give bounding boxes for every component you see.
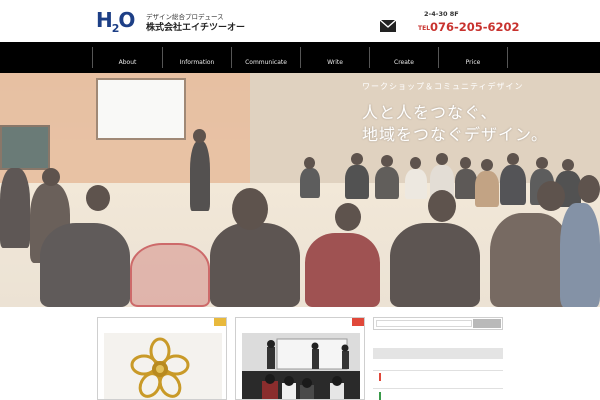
tel-number[interactable]: 076-205-6202 (430, 20, 520, 34)
hero-title-line1: 人と人をつなぐ、 (362, 103, 498, 122)
logo-o: O (118, 8, 135, 32)
tel-label: TEL (418, 25, 431, 32)
nav-item-communicate[interactable]: Communicate (231, 47, 300, 68)
hero-title-line2: 地域をつなぐデザイン。 (362, 125, 549, 144)
nav-label: Write (327, 59, 343, 66)
company-address: 2-4-30 8F (424, 10, 459, 18)
card-corner-tag (352, 318, 364, 326)
sidebar-list-marker (379, 392, 381, 400)
sidebar-list-marker (379, 373, 381, 381)
sidebar-divider (373, 370, 503, 371)
nav-item-price[interactable]: Price (438, 47, 507, 68)
workshop-photo (242, 333, 360, 399)
hero-subtitle: ワークショップ＆コミュニティデザイン (362, 82, 524, 91)
sidebar-heading-bar (373, 348, 503, 359)
card-corner-tag (214, 318, 226, 326)
company-name: 株式会社エイチツーオー (146, 23, 246, 33)
site-logo[interactable]: H2O (96, 8, 135, 35)
card-thumbnail[interactable] (104, 333, 222, 399)
nav-divider (507, 47, 508, 68)
content-card-workshop[interactable] (235, 317, 365, 400)
search-button[interactable] (473, 319, 501, 328)
hero-banner: ワークショップ＆コミュニティデザイン 人と人をつなぐ、 地域をつなぐデザイン。 (0, 73, 600, 307)
nav-label: Information (179, 59, 215, 66)
mail-icon[interactable] (380, 20, 396, 32)
search-input[interactable] (376, 320, 472, 327)
site-header: H2O デザイン総合プロデュース 株式会社エイチツーオー 2-4-30 8F T… (0, 0, 600, 42)
nav-label: Price (465, 59, 481, 66)
nav-item-create[interactable]: Create (369, 47, 438, 68)
sidebar-search-box (373, 317, 503, 330)
nav-item-about[interactable]: About (92, 47, 162, 68)
sidebar-divider (373, 388, 503, 389)
nav-label: Create (394, 59, 414, 66)
nav-item-write[interactable]: Write (300, 47, 369, 68)
flower-ornament-image (130, 337, 190, 398)
logo-2: 2 (111, 22, 120, 35)
hero-overlay (0, 73, 600, 307)
nav-label: Communicate (245, 59, 287, 66)
main-navigation: About Information Communicate Write Crea… (0, 42, 600, 73)
content-card-accessory[interactable] (97, 317, 227, 400)
logo-h: H (96, 8, 113, 32)
nav-item-information[interactable]: Information (162, 47, 231, 68)
nav-label: About (118, 59, 137, 66)
card-thumbnail[interactable] (242, 333, 360, 399)
